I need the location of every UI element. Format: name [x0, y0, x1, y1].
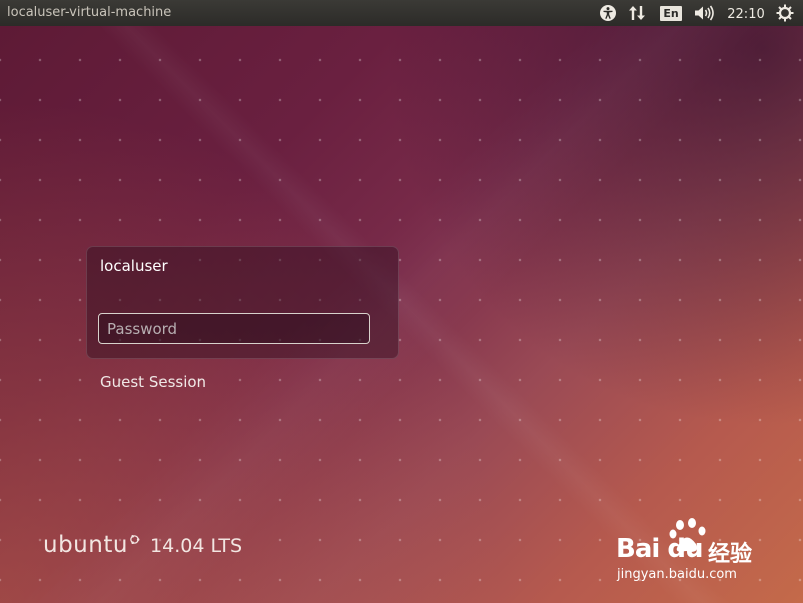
- keyboard-layout-indicator[interactable]: En: [660, 6, 682, 21]
- ubuntu-version: 14.04 LTS: [150, 535, 243, 557]
- user-name-label[interactable]: localuser: [100, 257, 168, 275]
- network-icon[interactable]: [627, 3, 647, 23]
- baidu-url: jingyan.baidu.com: [617, 567, 737, 582]
- hostname-label: localuser-virtual-machine: [7, 5, 172, 20]
- baidu-watermark: Bai du 经验 jingyan.baidu.com: [616, 516, 766, 586]
- clock[interactable]: 22:10: [727, 4, 765, 24]
- guest-session-option[interactable]: Guest Session: [100, 373, 206, 391]
- baidu-wordmark: Bai du: [616, 534, 703, 564]
- accessibility-icon[interactable]: [598, 3, 618, 23]
- sound-icon[interactable]: [694, 3, 716, 23]
- password-input[interactable]: [98, 313, 370, 344]
- login-box: localuser: [86, 246, 399, 359]
- top-panel: localuser-virtual-machine En 22:10: [0, 0, 803, 26]
- power-icon[interactable]: [775, 3, 795, 23]
- login-screen: localuser-virtual-machine En 22:10 local…: [0, 0, 803, 603]
- ubuntu-logo: ubuntu 14.04 LTS: [43, 532, 242, 558]
- ubuntu-wordmark: ubuntu: [43, 532, 128, 558]
- circle-of-friends-icon: [129, 530, 140, 549]
- baidu-chinese-label: 经验: [708, 542, 753, 567]
